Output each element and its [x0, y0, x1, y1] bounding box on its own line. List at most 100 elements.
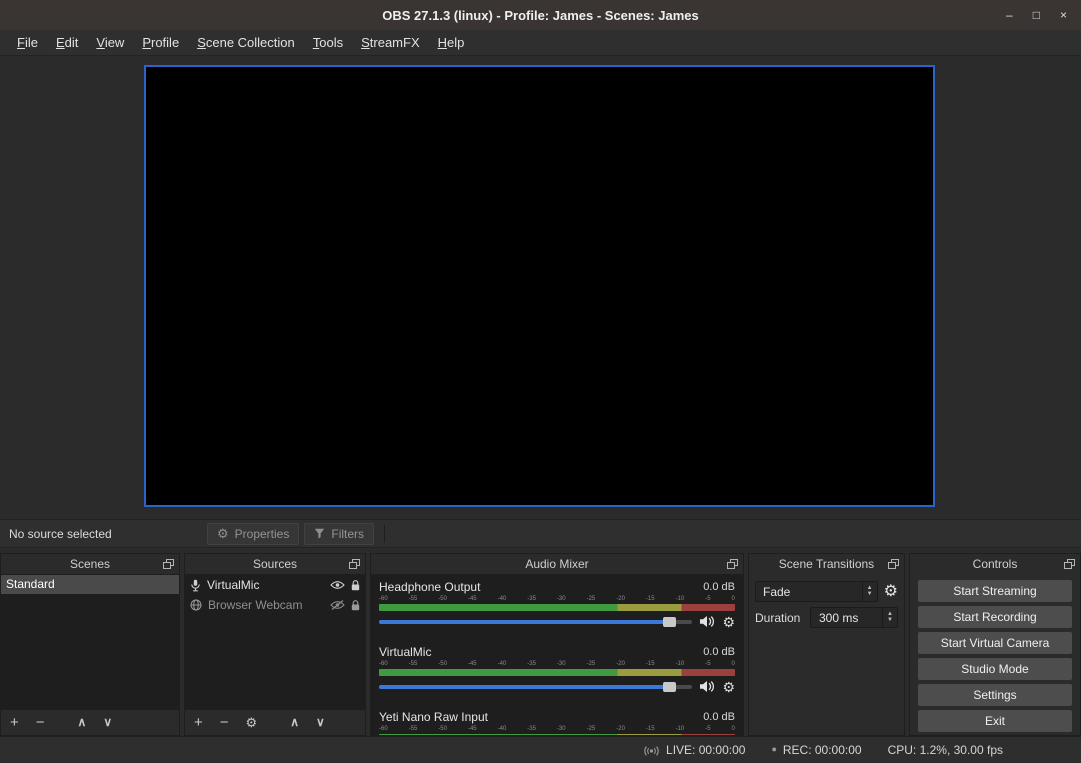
popout-icon[interactable] — [349, 559, 360, 569]
volume-meter — [379, 604, 735, 611]
control-button[interactable]: Studio Mode — [918, 658, 1072, 680]
popout-icon[interactable] — [888, 559, 899, 569]
duration-spinbox[interactable]: 300 ms ▲ ▼ — [810, 607, 898, 628]
window-title: OBS 27.1.3 (linux) - Profile: James - Sc… — [382, 8, 698, 23]
rec-time: REC: 00:00:00 — [783, 743, 862, 757]
duration-spin-arrows[interactable]: ▲ ▼ — [882, 608, 897, 627]
control-button[interactable]: Settings — [918, 684, 1072, 706]
mixer-channel: Headphone Output 0.0 dB -60-55-50-45-40-… — [379, 579, 735, 630]
volume-meter — [379, 734, 735, 735]
meter-scale: -60-55-50-45-40-35-30-25-20-15-10-50 — [379, 661, 735, 668]
gear-icon: ⚙ — [217, 527, 229, 540]
transition-select[interactable]: Fade ▲ ▼ — [755, 581, 878, 602]
window-controls: – □ × — [1006, 0, 1067, 30]
volume-slider-handle[interactable] — [663, 617, 676, 627]
control-button[interactable]: Start Recording — [918, 606, 1072, 628]
scale-tick: -60 — [379, 596, 388, 603]
audio-mixer-dock-title: Audio Mixer — [525, 557, 588, 571]
microphone-icon — [190, 579, 201, 592]
broadcast-icon — [643, 744, 660, 756]
scale-tick: -30 — [557, 661, 566, 668]
menu-item[interactable]: StreamFX — [352, 30, 429, 55]
preview-area — [0, 56, 1081, 519]
controls-dock-title: Controls — [973, 557, 1018, 571]
record-dot-icon: ● — [771, 745, 776, 754]
scene-transitions-dock-header: Scene Transitions — [749, 554, 904, 574]
volume-slider[interactable] — [379, 613, 692, 630]
scale-tick: -35 — [527, 596, 536, 603]
spin-down-icon[interactable]: ▼ — [867, 592, 873, 597]
speaker-icon[interactable] — [699, 615, 715, 628]
menu-item[interactable]: Scene Collection — [188, 30, 304, 55]
mixer-settings-button gear-icon[interactable]: ⚙ — [722, 615, 735, 629]
volume-slider-handle[interactable] — [663, 682, 676, 692]
spin-down-icon[interactable]: ▼ — [887, 618, 893, 623]
scenes-dock-title: Scenes — [70, 557, 110, 571]
sources-list: VirtualMic Browser Webcam — [185, 574, 365, 709]
source-label: Browser Webcam — [208, 598, 324, 612]
menu-item[interactable]: File — [8, 30, 47, 55]
control-button[interactable]: Start Streaming — [918, 580, 1072, 602]
cpu-fps-stats: CPU: 1.2%, 30.00 fps — [888, 743, 1003, 757]
no-source-label: No source selected — [9, 527, 207, 541]
menu-item[interactable]: View — [87, 30, 133, 55]
scale-tick: -55 — [409, 726, 418, 733]
controls-body: Start Streaming Start Recording Start Virt… — [910, 574, 1080, 738]
menu-item[interactable]: Help — [429, 30, 474, 55]
source-row[interactable]: Browser Webcam — [185, 595, 365, 615]
audio-mixer-dock-header: Audio Mixer — [371, 554, 743, 574]
mixer-channel: Yeti Nano Raw Input 0.0 dB -60-55-50-45-… — [379, 709, 735, 735]
scene-item[interactable]: Standard — [1, 575, 179, 594]
globe-icon — [190, 599, 202, 611]
source-move-up-button[interactable]: ∧ — [290, 715, 299, 730]
remove-scene-button[interactable]: − — [36, 715, 45, 730]
add-source-button[interactable]: + — [194, 715, 203, 730]
mixer-settings-button gear-icon[interactable]: ⚙ — [722, 680, 735, 694]
control-button[interactable]: Start Virtual Camera — [918, 632, 1072, 654]
speaker-icon[interactable] — [699, 680, 715, 693]
filters-button[interactable]: Filters — [304, 523, 374, 545]
maximize-button[interactable]: □ — [1033, 9, 1040, 21]
scene-move-up-button[interactable]: ∧ — [78, 715, 87, 730]
scale-tick: -10 — [676, 661, 685, 668]
duration-value: 300 ms — [811, 608, 882, 627]
source-label: VirtualMic — [207, 578, 324, 592]
meter-scale: -60-55-50-45-40-35-30-25-20-15-10-50 — [379, 596, 735, 603]
preview-canvas[interactable] — [144, 65, 935, 507]
scenes-toolbar: + − ∧ ∨ — [1, 709, 179, 735]
scale-tick: -10 — [676, 726, 685, 733]
add-scene-button[interactable]: + — [10, 715, 19, 730]
popout-icon[interactable] — [1064, 559, 1075, 569]
scale-tick: -10 — [676, 596, 685, 603]
source-row[interactable]: VirtualMic — [185, 575, 365, 595]
scale-tick: -55 — [409, 661, 418, 668]
scale-tick: -5 — [705, 661, 710, 668]
eye-slash-icon[interactable] — [330, 600, 345, 610]
scale-tick: -25 — [587, 661, 596, 668]
scenes-list: Standard — [1, 574, 179, 709]
remove-source-button[interactable]: − — [220, 715, 229, 730]
scene-move-down-button[interactable]: ∨ — [103, 715, 112, 730]
properties-button[interactable]: ⚙ Properties — [207, 523, 299, 545]
minimize-button[interactable]: – — [1006, 9, 1013, 21]
scale-tick: 0 — [732, 661, 735, 668]
lock-icon[interactable] — [351, 580, 360, 591]
popout-icon[interactable] — [163, 559, 174, 569]
volume-slider[interactable] — [379, 678, 692, 695]
source-move-down-button[interactable]: ∨ — [316, 715, 325, 730]
transition-select-arrows[interactable]: ▲ ▼ — [862, 582, 877, 601]
popout-icon[interactable] — [727, 559, 738, 569]
menu-item[interactable]: Profile — [133, 30, 188, 55]
sources-dock-header: Sources — [185, 554, 365, 574]
menu-item[interactable]: Edit — [47, 30, 87, 55]
scale-tick: -55 — [409, 596, 418, 603]
lock-icon[interactable] — [351, 600, 360, 611]
source-properties-button gear-icon[interactable]: ⚙ — [246, 715, 258, 730]
scale-tick: -45 — [468, 596, 477, 603]
menu-item[interactable]: Tools — [304, 30, 352, 55]
mixer-name: Headphone Output — [379, 580, 480, 594]
transition-properties-button gear-icon[interactable]: ⚙ — [884, 584, 898, 600]
eye-icon[interactable] — [330, 580, 345, 590]
control-button[interactable]: Exit — [918, 710, 1072, 732]
close-button[interactable]: × — [1060, 9, 1067, 21]
